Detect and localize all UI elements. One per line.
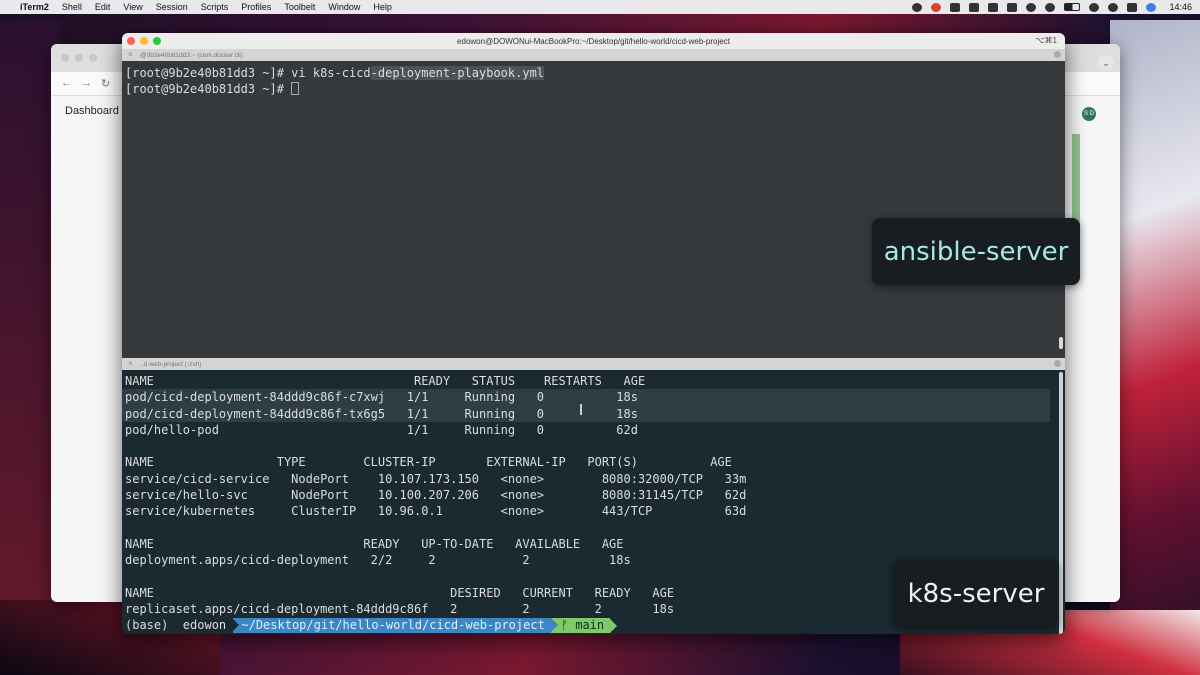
dashboard-link[interactable]: Dashboard	[65, 105, 119, 117]
prompt-end-arrow	[610, 618, 618, 633]
cloud-status-icon[interactable]	[912, 2, 923, 12]
bottom-pane-title: ..d-web-project (-zsh)	[140, 360, 202, 368]
prompt-text: [root@9b2e40b81dd3 ~]#	[125, 82, 292, 97]
menu-session[interactable]: Session	[156, 2, 188, 12]
top-pane-terminal[interactable]: [root@9b2e40b81dd3 ~]# vi k8s-cicd-deplo…	[122, 61, 1065, 358]
pane-menu-icon[interactable]	[1054, 51, 1061, 58]
service-row: service/kubernetes ClusterIP 10.96.0.1 <…	[125, 504, 747, 519]
deployments-header: NAME READY UP-TO-DATE AVAILABLE AGE	[125, 536, 624, 551]
menu-toolbelt[interactable]: Toolbelt	[284, 2, 315, 12]
services-header: NAME TYPE CLUSTER-IP EXTERNAL-IP PORT(S)…	[125, 455, 732, 470]
prompt-env: (base) edowon	[125, 618, 234, 633]
selected-text: -deployment-playbook.yml	[370, 66, 545, 80]
mouse-ibeam-cursor	[580, 404, 582, 415]
top-pane-title: @9b2e40b81dd3:~ (com.docker.cli)	[140, 51, 243, 59]
iterm-window: edowon@DOWONui-MacBookPro:~/Desktop/git/…	[122, 33, 1065, 634]
bottom-pane-scrollbar[interactable]	[1059, 372, 1063, 634]
menu-shell[interactable]: Shell	[62, 2, 82, 12]
bluetooth-icon[interactable]	[1026, 2, 1037, 12]
zoom-button[interactable]	[153, 37, 161, 45]
prompt-git-branch: ᚠ main	[550, 618, 611, 634]
close-pane-icon[interactable]: ×	[128, 359, 133, 368]
menu-help[interactable]: Help	[373, 2, 392, 12]
prompt-path: ~/Desktop/git/hello-world/cicd-web-proje…	[232, 618, 551, 634]
terminal-line: [root@9b2e40b81dd3 ~]# vi k8s-cicd-deplo…	[125, 65, 1065, 81]
close-button[interactable]	[127, 37, 135, 45]
record-icon[interactable]	[931, 2, 942, 12]
iterm-title-bar: edowon@DOWONui-MacBookPro:~/Desktop/git/…	[122, 33, 1065, 49]
window-shortcut: ⌥⌘1	[1035, 36, 1057, 45]
browser-minimize-button[interactable]	[75, 54, 83, 62]
browser-zoom-button[interactable]	[89, 54, 97, 62]
input-source-icon[interactable]	[1007, 2, 1018, 12]
service-row: service/hello-svc NodePort 10.100.207.20…	[125, 488, 747, 503]
k8s-server-label: k8s-server	[894, 560, 1058, 627]
forward-arrow-icon[interactable]: →	[81, 77, 92, 89]
spotlight-icon[interactable]	[1108, 2, 1119, 12]
terminal-line: [root@9b2e40b81dd3 ~]#	[125, 81, 1065, 97]
pods-header: NAME READY STATUS RESTARTS AGE	[125, 374, 646, 388]
bottom-pane-header: × ..d-web-project (-zsh)	[122, 358, 1065, 370]
pod-row: pod/cicd-deployment-84ddd9c86f-tx6g5 1/1…	[122, 405, 1050, 422]
menu-scripts[interactable]: Scripts	[201, 2, 229, 12]
wifi-icon[interactable]	[1089, 2, 1100, 12]
reload-icon[interactable]: ↻	[101, 77, 110, 90]
control-center-icon[interactable]	[1127, 2, 1138, 12]
display-icon[interactable]	[988, 2, 999, 12]
menu-view[interactable]: View	[123, 2, 142, 12]
wallpaper-right	[1110, 20, 1200, 675]
menu-edit[interactable]: Edit	[95, 2, 111, 12]
service-row: service/cicd-service NodePort 10.107.173…	[125, 471, 747, 486]
battery-icon[interactable]	[1064, 3, 1081, 11]
siri-icon[interactable]	[1146, 2, 1157, 12]
avatar[interactable]: S D	[1082, 107, 1096, 121]
menu-window[interactable]: Window	[328, 2, 360, 12]
ansible-server-label: ansible-server	[872, 218, 1080, 285]
time-machine-icon[interactable]	[1045, 2, 1056, 12]
screen-icon[interactable]	[950, 2, 961, 12]
browser-close-button[interactable]	[61, 54, 69, 62]
terminal-cursor	[291, 82, 300, 96]
chevron-down-icon[interactable]: ⌄	[1098, 55, 1114, 71]
pane-menu-icon[interactable]	[1054, 360, 1061, 367]
menu-clock[interactable]: 14:46	[1169, 2, 1192, 12]
command-text: [root@9b2e40b81dd3 ~]# vi k8s-cicd	[125, 66, 371, 80]
pod-row: pod/cicd-deployment-84ddd9c86f-c7xwj 1/1…	[122, 389, 1050, 406]
close-pane-icon[interactable]: ×	[128, 50, 133, 59]
status-area: 14:46	[912, 2, 1192, 12]
window-title: edowon@DOWONui-MacBookPro:~/Desktop/git/…	[457, 36, 730, 46]
volume-icon[interactable]	[969, 2, 980, 12]
pod-row: pod/hello-pod 1/1 Running 0 62d	[125, 422, 638, 437]
back-arrow-icon[interactable]: ←	[61, 77, 72, 89]
menu-app-name[interactable]: iTerm2	[20, 2, 49, 12]
minimize-button[interactable]	[140, 37, 148, 45]
menu-bar: iTerm2 Shell Edit View Session Scripts P…	[0, 0, 1200, 14]
top-pane-header: × @9b2e40b81dd3:~ (com.docker.cli)	[122, 49, 1065, 61]
top-pane-scrollbar[interactable]	[1059, 337, 1063, 349]
menu-profiles[interactable]: Profiles	[241, 2, 271, 12]
